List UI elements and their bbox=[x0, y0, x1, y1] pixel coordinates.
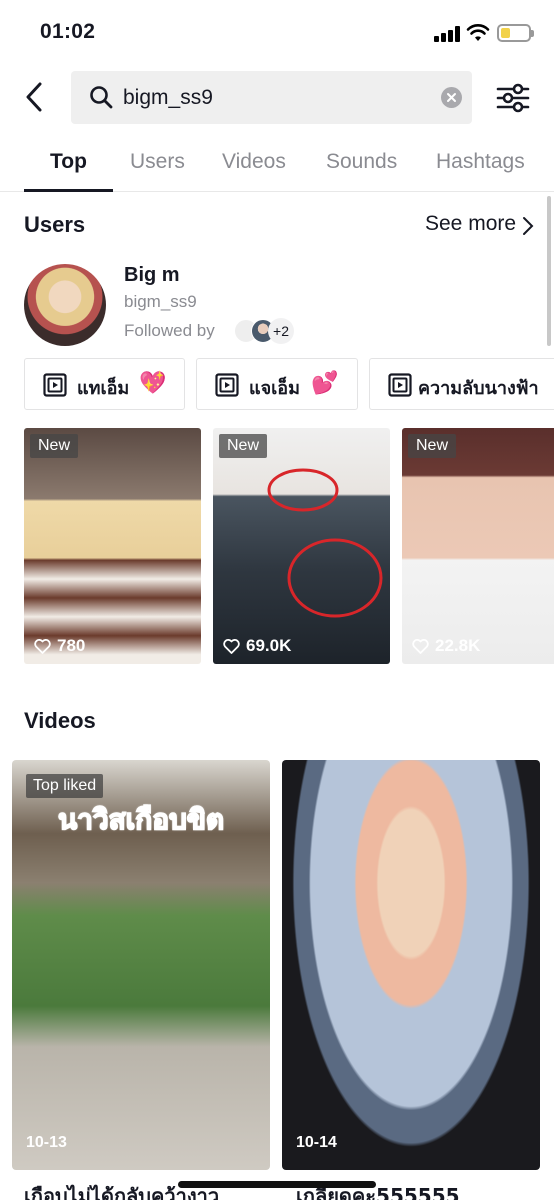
cellular-signal-icon bbox=[434, 26, 460, 42]
playlist-icon bbox=[215, 373, 239, 397]
playlist-chip[interactable]: ความลับนางฟ้า bbox=[369, 358, 554, 410]
new-badge: New bbox=[30, 434, 79, 458]
playlist-label: แจเอ็ม bbox=[249, 378, 300, 399]
video-date: 10-14 bbox=[296, 1134, 337, 1151]
like-count-value: 22.8K bbox=[435, 636, 481, 655]
user-result[interactable]: Big m bigm_ss9 Followed by +2 bbox=[0, 258, 554, 350]
videos-section-title: Videos bbox=[24, 708, 96, 733]
see-more-link[interactable]: See more bbox=[425, 212, 516, 236]
sparkling-heart-icon: 💖 bbox=[139, 370, 167, 395]
filter-settings-button[interactable] bbox=[496, 83, 530, 113]
playlist-chip[interactable]: แทเอ็ม 💖 bbox=[24, 358, 185, 410]
top-liked-badge: Top liked bbox=[26, 774, 104, 798]
user-video-thumbnail[interactable]: New 22.8K bbox=[402, 428, 554, 664]
clear-search-button[interactable] bbox=[441, 87, 462, 108]
search-icon bbox=[90, 86, 113, 109]
home-indicator[interactable] bbox=[178, 1181, 376, 1188]
active-tab-indicator bbox=[24, 189, 113, 192]
playlist-icon bbox=[388, 373, 412, 397]
followed-by-count: +2 bbox=[268, 318, 294, 344]
search-input[interactable] bbox=[123, 71, 423, 124]
new-badge: New bbox=[219, 434, 268, 458]
like-count-value: 780 bbox=[57, 636, 86, 655]
new-badge: New bbox=[408, 434, 457, 458]
users-section-title: Users bbox=[24, 212, 86, 237]
playlist-chip[interactable]: แจเอ็ม 💕 bbox=[196, 358, 358, 410]
red-circle-annotation bbox=[267, 468, 383, 618]
user-display-name: Big m bbox=[124, 264, 180, 286]
battery-icon bbox=[497, 24, 534, 42]
heart-icon bbox=[34, 639, 51, 654]
two-hearts-icon: 💕 bbox=[311, 370, 339, 395]
tab-top[interactable]: Top bbox=[50, 150, 87, 174]
tab-sounds[interactable]: Sounds bbox=[326, 150, 397, 174]
search-box[interactable] bbox=[71, 71, 472, 124]
back-button[interactable] bbox=[20, 80, 50, 114]
followed-by-label: Followed by bbox=[124, 321, 215, 340]
user-handle: bigm_ss9 bbox=[124, 292, 197, 311]
status-time: 01:02 bbox=[40, 20, 96, 43]
close-icon bbox=[447, 93, 456, 102]
user-video-thumbnail[interactable]: New 780 bbox=[24, 428, 201, 664]
video-result[interactable]: Top liked นาวิสเกือบขิต 10-13 bbox=[12, 760, 270, 1170]
search-tabs: Top Users Videos Sounds Hashtags bbox=[0, 140, 554, 192]
tab-videos[interactable]: Videos bbox=[222, 150, 286, 174]
avatar bbox=[24, 264, 106, 346]
video-overlay-text: นาวิสเกือบขิต bbox=[57, 802, 225, 837]
like-count-value: 69.0K bbox=[246, 636, 292, 655]
status-bar: 01:02 bbox=[0, 0, 554, 64]
tab-users[interactable]: Users bbox=[130, 150, 185, 174]
playlist-label: แทเอ็ม bbox=[77, 378, 130, 399]
like-count: 22.8K bbox=[412, 636, 480, 656]
playlist-label: ความลับนางฟ้า bbox=[418, 378, 539, 399]
like-count: 69.0K bbox=[223, 636, 291, 656]
heart-icon bbox=[223, 639, 240, 654]
heart-icon bbox=[412, 639, 429, 654]
user-video-thumbnail[interactable]: New 69.0K bbox=[213, 428, 390, 664]
like-count: 780 bbox=[34, 636, 85, 656]
playlist-icon bbox=[43, 373, 67, 397]
video-result[interactable]: 10-14 bbox=[282, 760, 540, 1170]
chevron-right-icon bbox=[523, 217, 534, 235]
wifi-icon bbox=[466, 24, 490, 41]
tab-hashtags[interactable]: Hashtags bbox=[436, 150, 525, 174]
video-date: 10-13 bbox=[26, 1134, 67, 1151]
